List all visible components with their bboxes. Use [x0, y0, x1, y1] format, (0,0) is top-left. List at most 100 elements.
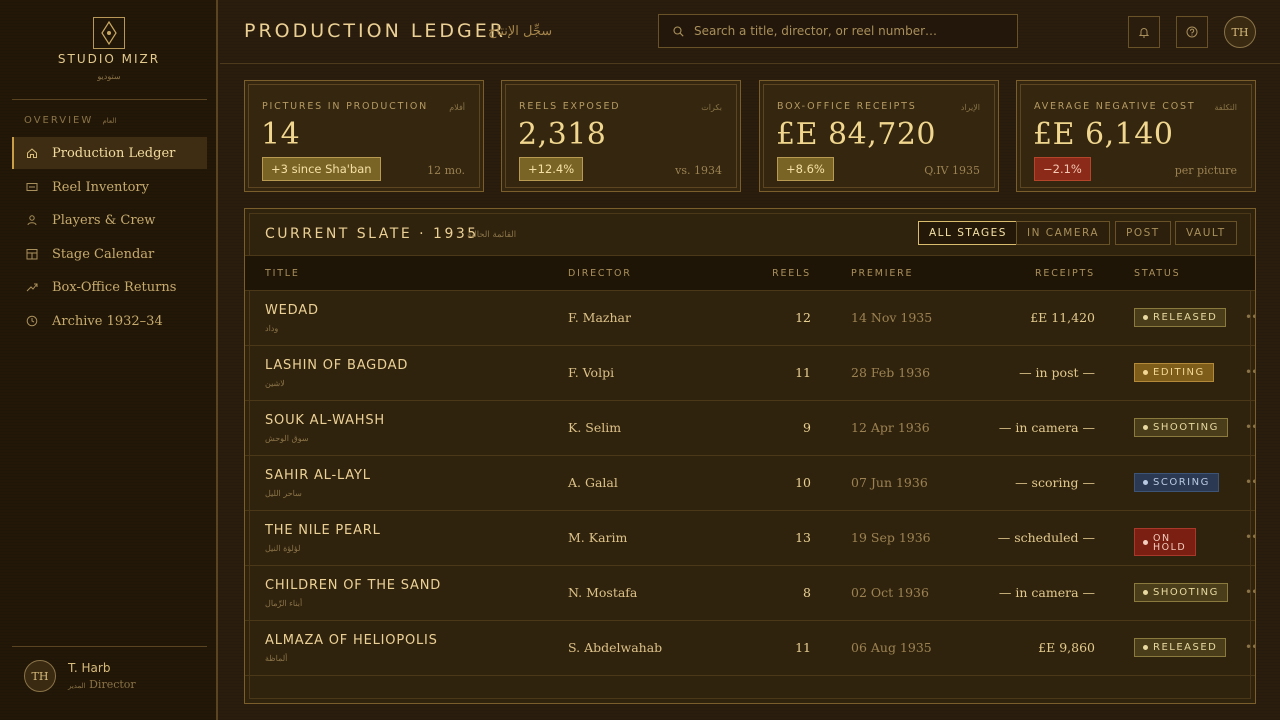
table-row[interactable]: LASHIN OF BAGDAD لاشين F. Volpi 11 28 Feb 19… [245, 346, 1255, 401]
column-header-premiere[interactable]: PREMIERE [851, 268, 913, 279]
film-reel-icon [26, 181, 38, 193]
sidebar-item-reel-inventory[interactable]: Reel Inventory [12, 171, 207, 203]
more-options-icon[interactable]: •• [1245, 365, 1255, 379]
film-title-arabic: لاشين [265, 379, 285, 388]
film-reels: 11 [795, 365, 811, 380]
sidebar-item-players-crew[interactable]: Players & Crew [12, 204, 207, 236]
status-label: RELEASED [1153, 312, 1218, 323]
sidebar-item-production-ledger[interactable]: Production Ledger [12, 137, 207, 169]
kpi-card-receipts: BOX-OFFICE RECEIPTS الإيراد £E 84,720 +8… [759, 80, 999, 192]
user-role-text: Director [89, 678, 136, 691]
kpi-label-arabic: أفلام [449, 103, 465, 112]
status-dot-icon [1143, 590, 1148, 595]
filter-vault[interactable]: VAULT [1175, 221, 1237, 245]
user-name: T. Harb [68, 661, 111, 675]
status-dot-icon [1143, 540, 1148, 545]
sidebar-item-label: Box-Office Returns [52, 279, 177, 295]
more-options-icon[interactable]: •• [1245, 310, 1255, 324]
film-title-arabic: أبناء الرِّمال [265, 599, 303, 608]
help-icon [1186, 26, 1198, 38]
sidebar-item-label: Reel Inventory [52, 179, 149, 195]
status-label: SHOOTING [1153, 587, 1219, 598]
sidebar-divider [12, 646, 207, 647]
kpi-label: AVERAGE NEGATIVE COST [1034, 101, 1196, 112]
more-options-icon[interactable]: •• [1245, 475, 1255, 489]
search-bar[interactable] [658, 14, 1018, 48]
sidebar-item-label: Stage Calendar [52, 246, 155, 262]
film-receipts: £E 9,860 [1038, 640, 1095, 655]
column-header-status[interactable]: STATUS [1134, 268, 1180, 279]
slate-title-arabic: القائمة الحالية [467, 230, 517, 240]
film-receipts: — scheduled — [997, 530, 1095, 545]
film-title-arabic: سوق الوحش [265, 434, 309, 443]
more-options-icon[interactable]: •• [1245, 640, 1255, 654]
help-button[interactable] [1176, 16, 1208, 48]
more-options-icon[interactable]: •• [1245, 420, 1255, 434]
sidebar-item-label: Production Ledger [52, 145, 176, 161]
sidebar-item-box-office-returns[interactable]: Box-Office Returns [12, 271, 207, 303]
section-label-text: OVERVIEW [24, 115, 94, 126]
film-receipts: £E 11,420 [1030, 310, 1095, 325]
status-badge: ON HOLD [1134, 528, 1196, 556]
film-title[interactable]: ALMAZA OF HELIOPOLIS [265, 633, 438, 648]
table-row[interactable]: CHILDREN OF THE SAND أبناء الرِّمال N. Mos… [245, 566, 1255, 621]
status-label: SCORING [1153, 477, 1210, 488]
film-director: S. Abdelwahab [568, 640, 663, 655]
sidebar-item-archive[interactable]: Archive 1932–34 [12, 305, 207, 337]
diamond-logo-icon [101, 21, 117, 45]
sidebar: STUDIO MIZR ستوديو OVERVIEW العام Produc… [0, 0, 218, 720]
film-premiere: 28 Feb 1936 [851, 365, 931, 380]
table-row[interactable]: SOUK AL-WAHSH سوق الوحش K. Selim 9 12 Apr 19… [245, 401, 1255, 456]
film-reels: 8 [803, 585, 811, 600]
table-row[interactable]: WEDAD وداد F. Mazhar 12 14 Nov 1935 £E 11,420… [245, 291, 1255, 346]
table-row[interactable]: SAHIR AL-LAYL ساحر الليل A. Galal 10 07 Jun … [245, 456, 1255, 511]
film-reels: 10 [795, 475, 811, 490]
film-director: F. Volpi [568, 365, 615, 380]
film-title[interactable]: LASHIN OF BAGDAD [265, 358, 408, 373]
status-dot-icon [1143, 315, 1148, 320]
page-title: PRODUCTION LEDGER [244, 20, 506, 42]
kpi-note: Q.IV 1935 [924, 164, 980, 177]
film-title[interactable]: THE NILE PEARL [265, 523, 381, 538]
more-options-icon[interactable]: •• [1245, 585, 1255, 599]
film-title[interactable]: SAHIR AL-LAYL [265, 468, 371, 483]
filter-post[interactable]: POST [1115, 221, 1171, 245]
kpi-note: per picture [1174, 164, 1237, 177]
status-badge: RELEASED [1134, 308, 1227, 327]
kpi-card-negative-cost: AVERAGE NEGATIVE COST التكلفة £E 6,140 −… [1016, 80, 1256, 192]
sidebar-divider [12, 99, 207, 100]
kpi-change-badge: +12.4% [519, 157, 584, 181]
search-input[interactable] [694, 24, 1014, 38]
status-label: RELEASED [1153, 642, 1218, 653]
column-header-title[interactable]: TITLE [265, 268, 300, 279]
sidebar-item-label: Players & Crew [52, 212, 156, 228]
kpi-change-badge: +3 since Sha'ban [262, 157, 381, 181]
more-options-icon[interactable]: •• [1245, 530, 1255, 544]
notifications-button[interactable] [1128, 16, 1160, 48]
kpi-label-arabic: التكلفة [1214, 103, 1237, 112]
table-row[interactable]: ALMAZA OF HELIOPOLIS ألماظة S. Abdelwahab 1… [245, 621, 1255, 676]
column-header-receipts[interactable]: RECEIPTS [945, 268, 1095, 279]
kpi-label: PICTURES IN PRODUCTION [262, 101, 428, 112]
avatar[interactable]: TH [24, 660, 56, 692]
film-title-arabic: ساحر الليل [265, 489, 302, 498]
film-receipts: — in camera — [998, 420, 1095, 435]
film-director: A. Galal [568, 475, 618, 490]
table-row[interactable]: THE NILE PEARL لؤلؤة النيل M. Karim 13 19 Se… [245, 511, 1255, 566]
film-director: N. Mostafa [568, 585, 638, 600]
person-icon [26, 214, 38, 226]
column-header-reels[interactable]: REELS [745, 268, 811, 279]
filter-in-camera[interactable]: IN CAMERA [1016, 221, 1111, 245]
film-title-arabic: لؤلؤة النيل [265, 544, 301, 553]
header-avatar[interactable]: TH [1224, 16, 1256, 48]
brand-name: STUDIO MIZR [57, 52, 161, 66]
section-label-arabic: العام [102, 117, 117, 125]
filter-all-stages[interactable]: ALL STAGES [918, 221, 1018, 245]
sidebar-item-stage-calendar[interactable]: Stage Calendar [12, 238, 207, 270]
film-title[interactable]: WEDAD [265, 303, 319, 318]
column-header-director[interactable]: DIRECTOR [568, 268, 632, 279]
status-label: EDITING [1153, 367, 1205, 378]
film-reels: 13 [795, 530, 811, 545]
film-title[interactable]: SOUK AL-WAHSH [265, 413, 385, 428]
film-title[interactable]: CHILDREN OF THE SAND [265, 578, 441, 593]
